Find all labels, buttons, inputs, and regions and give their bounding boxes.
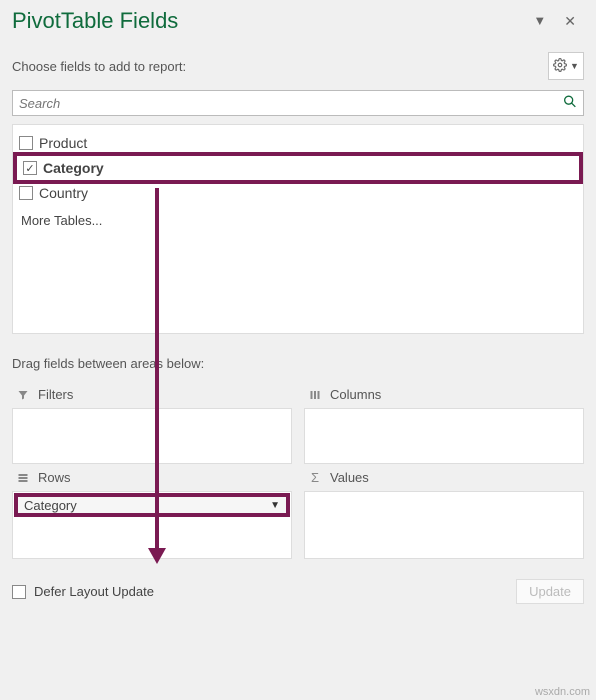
rows-icon	[16, 472, 30, 484]
chip-label: Category	[24, 498, 77, 513]
filters-dropzone[interactable]	[12, 408, 292, 464]
gear-icon	[553, 58, 567, 75]
columns-icon	[308, 389, 322, 401]
values-header: Σ Values	[304, 464, 584, 491]
more-tables-link[interactable]: More Tables...	[19, 203, 577, 228]
filters-label: Filters	[38, 387, 73, 402]
fields-list: Product ✓ Category Country More Tables..…	[12, 124, 584, 334]
task-pane-options-icon[interactable]: ▼	[533, 13, 546, 30]
field-label: Category	[43, 160, 104, 176]
search-wrap	[12, 90, 584, 116]
subheader-row: Choose fields to add to report: ▼	[12, 52, 584, 80]
pane-title: PivotTable Fields	[12, 8, 178, 34]
subheader-text: Choose fields to add to report:	[12, 59, 186, 74]
annotation-arrow-line	[155, 188, 159, 548]
field-row-country[interactable]: Country	[19, 183, 577, 203]
search-icon[interactable]	[562, 94, 578, 113]
rows-label: Rows	[38, 470, 71, 485]
tools-button[interactable]: ▼	[548, 52, 584, 80]
search-input[interactable]	[12, 90, 584, 116]
sigma-icon: Σ	[308, 470, 322, 485]
filter-icon	[16, 389, 30, 401]
checkbox-icon[interactable]	[12, 585, 26, 599]
chevron-down-icon: ▼	[570, 61, 579, 71]
update-button: Update	[516, 579, 584, 604]
field-label: Country	[39, 185, 88, 201]
values-dropzone[interactable]	[304, 491, 584, 559]
defer-layout-label: Defer Layout Update	[34, 584, 154, 599]
drag-areas-label: Drag fields between areas below:	[12, 356, 584, 371]
close-icon[interactable]: ✕	[564, 13, 576, 30]
rows-header: Rows	[12, 464, 292, 491]
defer-layout-wrap[interactable]: Defer Layout Update	[12, 584, 154, 599]
checkbox-icon[interactable]	[19, 136, 33, 150]
columns-header: Columns	[304, 381, 584, 408]
header-icons: ▼ ✕	[533, 13, 576, 30]
field-label: Product	[39, 135, 87, 151]
columns-dropzone[interactable]	[304, 408, 584, 464]
values-label: Values	[330, 470, 369, 485]
checkbox-checked-icon[interactable]: ✓	[23, 161, 37, 175]
filters-header: Filters	[12, 381, 292, 408]
footer-row: Defer Layout Update Update	[12, 579, 584, 604]
field-row-product[interactable]: Product	[19, 133, 577, 153]
columns-label: Columns	[330, 387, 381, 402]
watermark: wsxdn.com	[535, 686, 590, 698]
areas-grid: Filters Columns Rows Σ Values Category ▼	[12, 381, 584, 559]
rows-field-chip-category[interactable]: Category ▼	[14, 493, 290, 517]
checkbox-icon[interactable]	[19, 186, 33, 200]
pane-header: PivotTable Fields ▼ ✕	[12, 8, 584, 34]
annotation-arrow-head	[148, 548, 166, 564]
chevron-down-icon[interactable]: ▼	[270, 500, 280, 511]
field-row-category[interactable]: ✓ Category	[13, 152, 583, 184]
